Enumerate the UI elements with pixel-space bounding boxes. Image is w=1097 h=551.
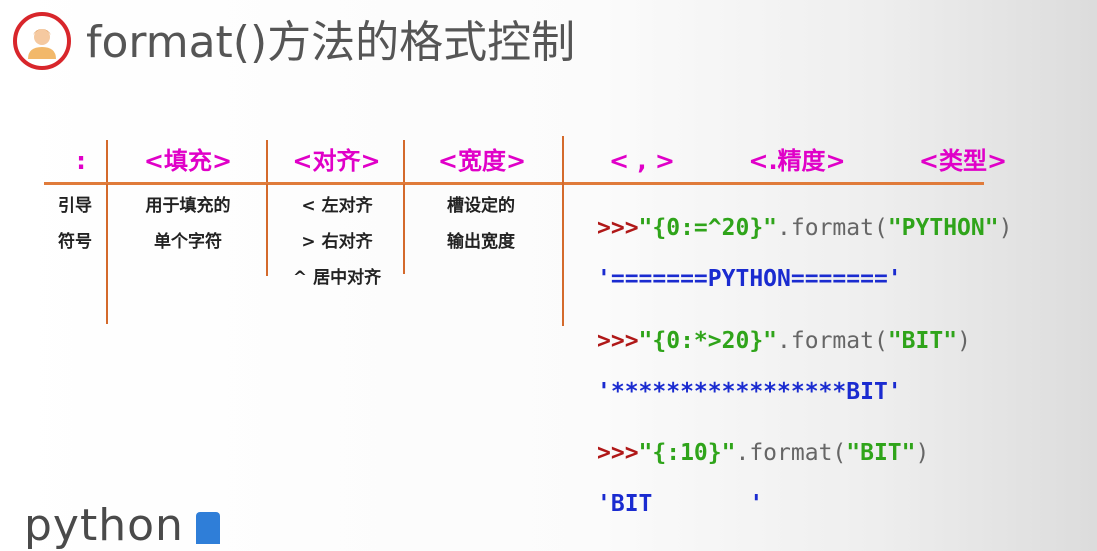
example-2-output: '*****************BIT' — [597, 379, 902, 405]
python-logo-icon — [196, 512, 220, 544]
format-close: ) — [998, 215, 1013, 241]
header-align: <对齐> — [292, 147, 381, 175]
format-string: "{0:=^20}" — [638, 215, 778, 241]
example-1-output: '=======PYTHON=======' — [597, 266, 902, 292]
divider — [266, 184, 268, 276]
divider — [106, 184, 108, 324]
example-3-input: >>>"{:10}".format("BIT") — [597, 440, 929, 466]
avatar-icon — [13, 12, 71, 70]
format-method: .format( — [735, 440, 847, 466]
format-arg: "BIT" — [887, 328, 958, 354]
header-type: <类型> — [918, 147, 1008, 175]
prompt: >>> — [597, 215, 639, 241]
python-logo-text: python — [24, 500, 184, 551]
desc-fill-line2: 单个字符 — [154, 232, 222, 252]
page-title: format()方法的格式控制 — [86, 17, 576, 68]
header-colon: : — [76, 147, 86, 175]
prompt: >>> — [597, 440, 639, 466]
desc-width-line1: 槽设定的 — [447, 196, 515, 216]
person-avatar-icon — [28, 29, 56, 59]
example-3-output: 'BIT ' — [597, 491, 764, 517]
divider — [403, 140, 405, 185]
format-method: .format( — [777, 328, 888, 354]
format-arg: "PYTHON" — [887, 215, 999, 241]
header-precision: <.精度> — [748, 147, 846, 175]
header-underline — [44, 182, 984, 185]
desc-align-center: ^ 居中对齐 — [292, 268, 382, 288]
format-string: "{0:*>20}" — [638, 328, 778, 354]
desc-align-right: > 右对齐 — [301, 232, 373, 252]
divider — [403, 184, 405, 274]
example-2-input: >>>"{0:*>20}".format("BIT") — [597, 328, 971, 354]
divider — [266, 140, 268, 185]
format-close: ) — [915, 440, 930, 466]
header-width: <宽度> — [437, 147, 527, 175]
format-arg: "BIT" — [846, 440, 916, 466]
divider — [562, 136, 564, 326]
desc-align-left: < 左对齐 — [301, 196, 373, 216]
format-close: ) — [957, 328, 971, 354]
desc-colon-line2: 符号 — [58, 232, 92, 252]
desc-width-line2: 输出宽度 — [447, 232, 515, 252]
header-comma: < , > — [608, 147, 676, 175]
prompt: >>> — [597, 328, 639, 354]
desc-fill-line1: 用于填充的 — [145, 196, 231, 216]
divider — [106, 140, 108, 185]
desc-colon-line1: 引导 — [58, 196, 92, 216]
header-fill: <填充> — [143, 147, 233, 175]
format-method: .format( — [777, 215, 888, 241]
format-string: "{:10}" — [638, 440, 736, 466]
example-1-input: >>>"{0:=^20}".format("PYTHON") — [597, 215, 1012, 241]
